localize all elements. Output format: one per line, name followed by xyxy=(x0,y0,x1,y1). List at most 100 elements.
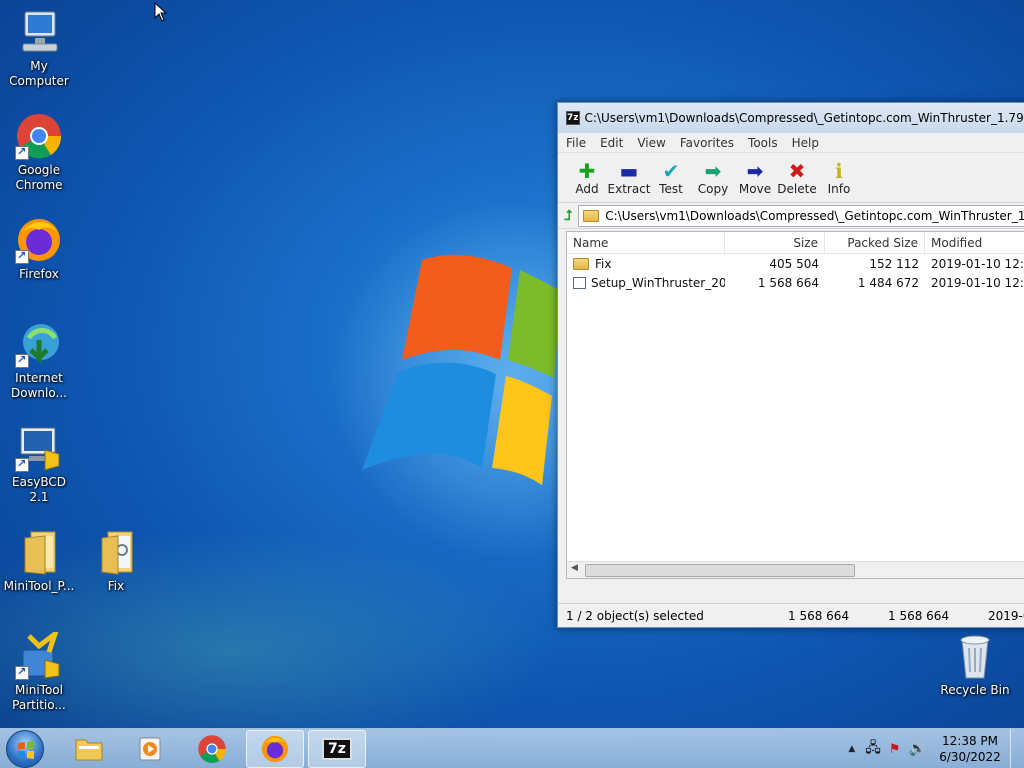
taskbar-media-player[interactable] xyxy=(121,730,179,768)
shortcut-arrow-icon xyxy=(15,352,29,368)
mouse-cursor-icon xyxy=(154,2,168,22)
status-size: 1 568 664 xyxy=(788,608,850,623)
desktop-icon-label: My Computer xyxy=(9,59,69,88)
toolbar-label: Test xyxy=(659,181,683,196)
address-field[interactable]: C:\Users\vm1\Downloads\Compressed\_Getin… xyxy=(578,204,1024,227)
action-center-flag-icon[interactable]: ⚑ xyxy=(889,742,901,757)
7zip-app-icon: 7z xyxy=(322,738,352,760)
desktop-icon-label: Fix xyxy=(107,579,125,593)
toolbar-label: Info xyxy=(827,181,851,196)
status-date: 2019-0 xyxy=(988,608,1024,623)
idm-icon xyxy=(15,320,63,368)
taskbar-explorer[interactable] xyxy=(60,730,118,768)
desktop-icon-fix-folder[interactable]: Fix xyxy=(78,528,154,594)
shortcut-arrow-icon xyxy=(15,664,29,680)
column-size[interactable]: Size xyxy=(725,232,825,253)
desktop-icon-label: Recycle Bin xyxy=(940,683,1010,697)
copy-icon: ➡ xyxy=(704,158,722,183)
test-button[interactable]: ✔ Test xyxy=(650,153,692,202)
up-folder-icon[interactable]: ⮥ xyxy=(564,208,572,224)
add-icon: ✚ xyxy=(578,158,596,183)
info-icon: ℹ xyxy=(835,158,843,183)
menu-view[interactable]: View xyxy=(637,136,665,150)
shortcut-arrow-icon xyxy=(15,456,29,472)
network-icon[interactable]: 🖧 xyxy=(865,737,881,761)
desktop-icon-minitool-folder[interactable]: MiniTool_P... xyxy=(1,528,77,594)
show-desktop-button[interactable] xyxy=(1010,729,1024,768)
taskbar: 7z ▲ 🖧 ⚑ 🔊 12:38 PM 6/30/2022 xyxy=(0,728,1024,768)
media-player-icon xyxy=(139,737,161,761)
file-name: Fix xyxy=(595,256,612,271)
clock-date: 6/30/2022 xyxy=(939,750,1001,764)
list-item[interactable]: Fix 405 504 152 112 2019-01-10 12:35 xyxy=(567,254,1024,273)
explorer-icon xyxy=(75,739,103,761)
file-list: Name Size Packed Size Modified Fix 405 5… xyxy=(566,231,1024,579)
desktop-icon-easybcd[interactable]: EasyBCD 2.1 xyxy=(1,424,77,505)
address-bar: ⮥ C:\Users\vm1\Downloads\Compressed\_Get… xyxy=(558,203,1024,229)
7zip-app-icon: 7z xyxy=(566,111,580,125)
test-icon: ✔ xyxy=(662,158,680,183)
menu-favorites[interactable]: Favorites xyxy=(680,136,734,150)
folder-icon xyxy=(92,528,140,576)
toolbar-label: Move xyxy=(738,181,772,196)
scrollbar-thumb[interactable] xyxy=(585,564,855,577)
address-text: C:\Users\vm1\Downloads\Compressed\_Getin… xyxy=(605,208,1024,223)
system-tray: ▲ 🖧 ⚑ 🔊 12:38 PM 6/30/2022 xyxy=(848,729,1024,768)
folder-icon xyxy=(573,257,589,270)
desktop-icon-my-computer[interactable]: My Computer xyxy=(1,8,77,89)
list-item[interactable]: Setup_WinThruster_201... 1 568 664 1 484… xyxy=(567,273,1024,292)
chrome-icon xyxy=(198,735,226,763)
status-bar: 1 / 2 object(s) selected 1 568 664 1 568… xyxy=(558,603,1024,627)
taskbar-firefox[interactable] xyxy=(246,730,304,768)
volume-icon[interactable]: 🔊 xyxy=(909,741,926,757)
scroll-left-icon[interactable]: ◀ xyxy=(571,563,578,573)
delete-button[interactable]: ✖ Delete xyxy=(776,153,818,202)
file-name: Setup_WinThruster_201... xyxy=(591,275,725,290)
window-title: C:\Users\vm1\Downloads\Compressed\_Getin… xyxy=(584,111,1024,125)
folder-icon xyxy=(583,209,600,222)
file-packed-size: 1 484 672 xyxy=(857,275,919,290)
desktop-icon-label: Firefox xyxy=(19,267,59,281)
desktop-icon-internet-download-manager[interactable]: Internet Downlo... xyxy=(1,320,77,401)
column-name[interactable]: Name xyxy=(567,232,725,253)
menu-help[interactable]: Help xyxy=(792,136,819,150)
toolbar-label: Copy xyxy=(697,181,729,196)
shortcut-arrow-icon xyxy=(15,144,29,160)
desktop-icon-minitool-partition[interactable]: MiniTool Partitio... xyxy=(1,627,77,713)
show-hidden-icons-icon[interactable]: ▲ xyxy=(848,744,855,754)
add-button[interactable]: ✚ Add xyxy=(566,153,608,202)
status-selected: 1 / 2 object(s) selected xyxy=(566,608,704,623)
window-titlebar[interactable]: 7z C:\Users\vm1\Downloads\Compressed\_Ge… xyxy=(558,103,1024,133)
toolbar-label: Delete xyxy=(777,181,817,196)
file-size: 405 504 xyxy=(769,256,819,271)
desktop-icon-chrome[interactable]: Google Chrome xyxy=(1,112,77,193)
move-button[interactable]: ➡ Move xyxy=(734,153,776,202)
list-header: Name Size Packed Size Modified xyxy=(567,232,1024,254)
horizontal-scrollbar[interactable]: ◀ xyxy=(567,561,1024,578)
menu-file[interactable]: File xyxy=(566,136,586,150)
column-packed-size[interactable]: Packed Size xyxy=(825,232,925,253)
desktop-icon-recycle-bin[interactable]: Recycle Bin xyxy=(937,632,1013,698)
start-button[interactable] xyxy=(6,730,44,768)
desktop-icon-label: MiniTool_P... xyxy=(3,579,75,593)
clock-time: 12:38 PM xyxy=(942,734,998,748)
info-button[interactable]: ℹ Info xyxy=(818,153,860,202)
7zip-window: 7z C:\Users\vm1\Downloads\Compressed\_Ge… xyxy=(557,102,1024,628)
clock[interactable]: 12:38 PM 6/30/2022 xyxy=(930,733,1010,765)
folder-icon xyxy=(15,528,63,576)
copy-button[interactable]: ➡ Copy xyxy=(692,153,734,202)
column-modified[interactable]: Modified xyxy=(925,232,1024,253)
menu-bar: File Edit View Favorites Tools Help xyxy=(558,133,1024,153)
taskbar-7zip[interactable]: 7z xyxy=(308,730,366,768)
computer-icon xyxy=(15,8,63,56)
file-icon xyxy=(573,276,586,289)
extract-button[interactable]: ▬ Extract xyxy=(608,153,651,202)
taskbar-chrome[interactable] xyxy=(183,730,241,768)
recycle-bin-icon xyxy=(951,632,999,680)
menu-edit[interactable]: Edit xyxy=(600,136,623,150)
easybcd-icon xyxy=(15,424,63,472)
file-size: 1 568 664 xyxy=(757,275,819,290)
desktop-icon-firefox[interactable]: Firefox xyxy=(1,216,77,282)
menu-tools[interactable]: Tools xyxy=(748,136,778,150)
desktop-icon-label: Google Chrome xyxy=(15,163,63,192)
